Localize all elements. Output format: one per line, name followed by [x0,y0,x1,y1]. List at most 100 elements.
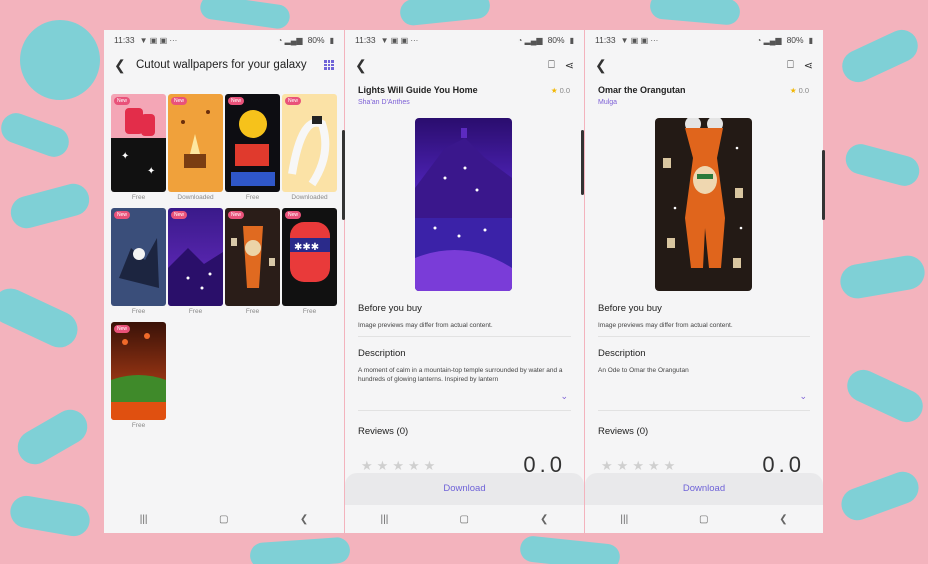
wallpaper-tile[interactable]: ✱✱✱ New [282,208,337,306]
background-petal [841,364,928,428]
background-petal [518,534,622,564]
battery-level: 80% [547,35,565,45]
preview-artwork [415,128,512,291]
wallpaper-thumbnail: ✦ ✦ [121,108,155,177]
background-petal [836,24,924,88]
new-badge: New [228,97,245,105]
divider [358,336,571,337]
reviews-title: Reviews (0) [358,426,409,437]
scrollbar[interactable] [581,130,584,195]
star-icon: ★ [550,86,558,95]
wallpaper-thumbnail [119,238,159,288]
bookmark-icon[interactable]: ⎕ [548,59,555,72]
recent-apps-icon[interactable]: ||| [620,514,628,525]
back-arrow-icon[interactable]: ❮ [595,57,611,74]
new-badge: New [171,211,188,219]
battery-level: 80% [786,35,804,45]
home-icon[interactable]: ▢ [699,514,708,525]
detail-header: ❮ ⎕ ⋖ [585,52,823,78]
preview-artwork [663,118,743,268]
background-petal [398,0,492,27]
star-icon[interactable]: ★ [601,458,613,474]
notification-icons: ▼ ▣ ▣ ··· [380,35,419,45]
wallpaper-title: Lights Will Guide You Home [358,85,478,95]
wallpaper-thumbnail [168,248,223,306]
chevron-down-icon[interactable]: ⌄ [560,391,568,402]
share-icon[interactable]: ⋖ [804,59,813,72]
wallpaper-tile[interactable]: ✦ ✦ New [111,94,166,192]
recent-apps-icon[interactable]: ||| [140,514,148,525]
star-icon[interactable]: ★ [632,458,644,474]
background-petal [842,140,923,190]
tile-status-label: Free [302,308,317,315]
nav-back-icon[interactable]: ❮ [300,514,308,525]
battery-level: 80% [307,35,325,45]
nav-back-icon[interactable]: ❮ [540,514,548,525]
signal-icon: ◔ ▂▄▆ [756,35,782,45]
back-arrow-icon[interactable]: ❮ [355,57,371,74]
wallpaper-tile[interactable]: New [282,94,337,192]
status-time: 11:33 [114,35,135,45]
description-text: A moment of calm in a mountain-top templ… [358,367,563,383]
rating: ★ 0.0 [551,86,570,95]
status-time: 11:33 [595,35,616,45]
new-badge: New [114,325,131,333]
background-petal [7,493,93,539]
wallpaper-tile[interactable]: New [168,208,223,306]
download-button[interactable]: Download [585,483,823,494]
wallpaper-thumbnail [288,116,330,187]
grid-view-icon[interactable] [324,60,334,70]
battery-icon: ▮ [329,35,334,45]
navigation-bar: ||| ▢ ❮ [104,505,344,533]
scrollbar[interactable] [822,150,825,220]
star-icon[interactable]: ★ [424,458,436,474]
wallpaper-preview [415,118,512,291]
nav-back-icon[interactable]: ❮ [779,514,787,525]
home-icon[interactable]: ▢ [219,514,228,525]
wallpaper-tile[interactable]: New [225,94,280,192]
home-icon[interactable]: ▢ [459,514,468,525]
author-link[interactable]: Sha'an D'Anthes [358,99,410,106]
wallpaper-tile[interactable]: New [225,208,280,306]
status-time: 11:33 [355,35,376,45]
signal-icon: ◔ ▂▄▆ [517,35,543,45]
signal-icon: ◔ ▂▄▆ [277,35,303,45]
before-buy-title: Before you buy [598,303,662,314]
background-petal [0,282,84,354]
new-badge: New [114,211,131,219]
status-bar: 11:33 ▼ ▣ ▣ ··· ◔ ▂▄▆ 80% ▮ [345,30,584,50]
tile-status-label: Free [245,194,260,201]
star-icon[interactable]: ★ [408,458,420,474]
wallpaper-tile[interactable]: New [111,322,166,420]
wallpaper-detail-screen: 11:33 ▼ ▣ ▣ ··· ◔ ▂▄▆ 80% ▮ ❮ ⎕ ⋖ Lights… [345,30,584,533]
before-buy-text: Image previews may differ from actual co… [358,322,493,329]
new-badge: New [114,97,131,105]
rating: ★ 0.0 [790,86,809,95]
star-rating-input[interactable]: ★ ★ ★ ★ ★ [361,458,435,474]
tile-status-label: Free [131,194,146,201]
star-icon[interactable]: ★ [361,458,373,474]
rating-value: 0.0 [559,86,570,95]
star-icon[interactable]: ★ [617,458,629,474]
wallpaper-detail-screen: 11:33 ▼ ▣ ▣ ··· ◔ ▂▄▆ 80% ▮ ❮ ⎕ ⋖ Omar t… [585,30,823,533]
star-icon[interactable]: ★ [392,458,404,474]
author-link[interactable]: Mulga [598,99,617,106]
share-icon[interactable]: ⋖ [565,59,574,72]
star-icon[interactable]: ★ [664,458,676,474]
tile-status-label: Free [188,308,203,315]
back-arrow-icon[interactable]: ❮ [114,57,130,74]
download-button[interactable]: Download [345,483,584,494]
recent-apps-icon[interactable]: ||| [381,514,389,525]
star-rating-input[interactable]: ★ ★ ★ ★ ★ [601,458,675,474]
wallpaper-tile[interactable]: New [111,208,166,306]
background-sun-shape [20,20,100,100]
tile-status-label: Free [131,422,146,429]
bookmark-icon[interactable]: ⎕ [787,59,794,72]
star-icon[interactable]: ★ [648,458,660,474]
detail-header: ❮ ⎕ ⋖ [345,52,584,78]
wallpaper-tile[interactable]: New [168,94,223,192]
star-icon[interactable]: ★ [377,458,389,474]
chevron-down-icon[interactable]: ⌄ [799,391,807,402]
background-petal [198,0,292,31]
tile-status-label: Downloaded [177,194,214,201]
